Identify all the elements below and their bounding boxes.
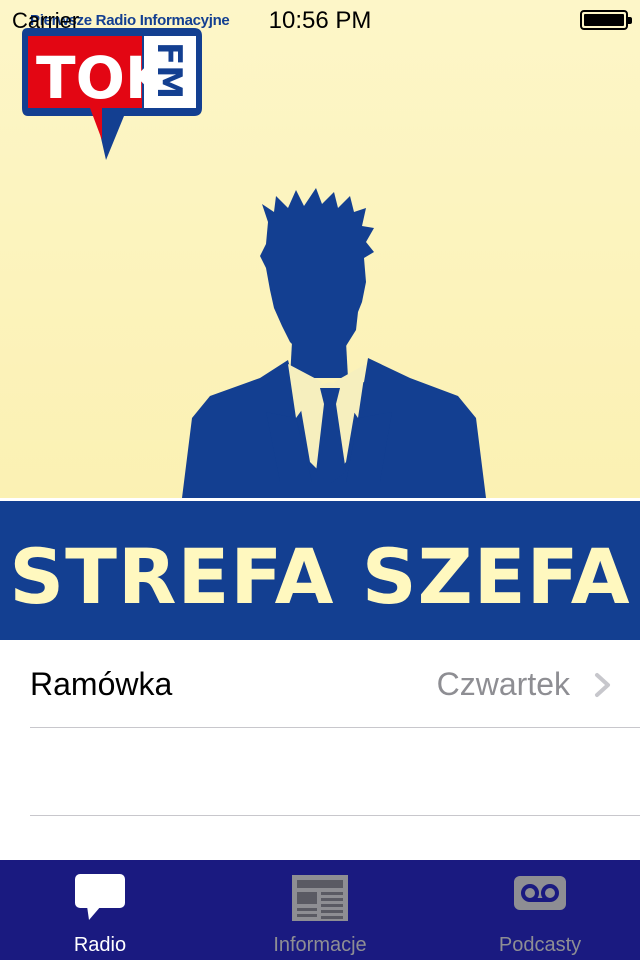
chevron-right-icon bbox=[595, 673, 610, 697]
tab-informacje-label: Informacje bbox=[273, 934, 367, 956]
newspaper-icon bbox=[292, 875, 348, 921]
tab-radio-label: Radio bbox=[73, 934, 127, 956]
svg-text:FM: FM bbox=[149, 42, 189, 99]
voicemail-icon bbox=[514, 876, 566, 910]
status-bar: Carrier 10:56 PM bbox=[0, 0, 640, 40]
schedule-row[interactable]: Ramówka Czwartek bbox=[30, 640, 640, 728]
schedule-day-value: Czwartek bbox=[436, 666, 570, 702]
hero-image: TOK FM Pierwsze Radio Informacyjne Carri… bbox=[0, 0, 640, 498]
speech-bubble-icon bbox=[75, 874, 125, 920]
battery-icon bbox=[580, 10, 632, 30]
program-title: STREFA SZEFA bbox=[9, 532, 631, 621]
clock-label: 10:56 PM bbox=[268, 7, 372, 34]
program-banner: STREFA SZEFA bbox=[0, 498, 640, 640]
tab-podcasty[interactable]: Podcasty bbox=[440, 860, 640, 960]
tab-radio[interactable]: Radio bbox=[0, 860, 200, 960]
schedule-list: Ramówka Czwartek bbox=[0, 640, 640, 860]
tab-podcasty-label: Podcasty bbox=[498, 934, 582, 956]
man-silhouette-image bbox=[182, 188, 486, 498]
empty-list-row bbox=[30, 728, 640, 816]
schedule-row-label: Ramówka bbox=[30, 666, 173, 702]
tab-bar: Radio Informacje Podcasty bbox=[0, 860, 640, 960]
tab-informacje[interactable]: Informacje bbox=[220, 860, 420, 960]
